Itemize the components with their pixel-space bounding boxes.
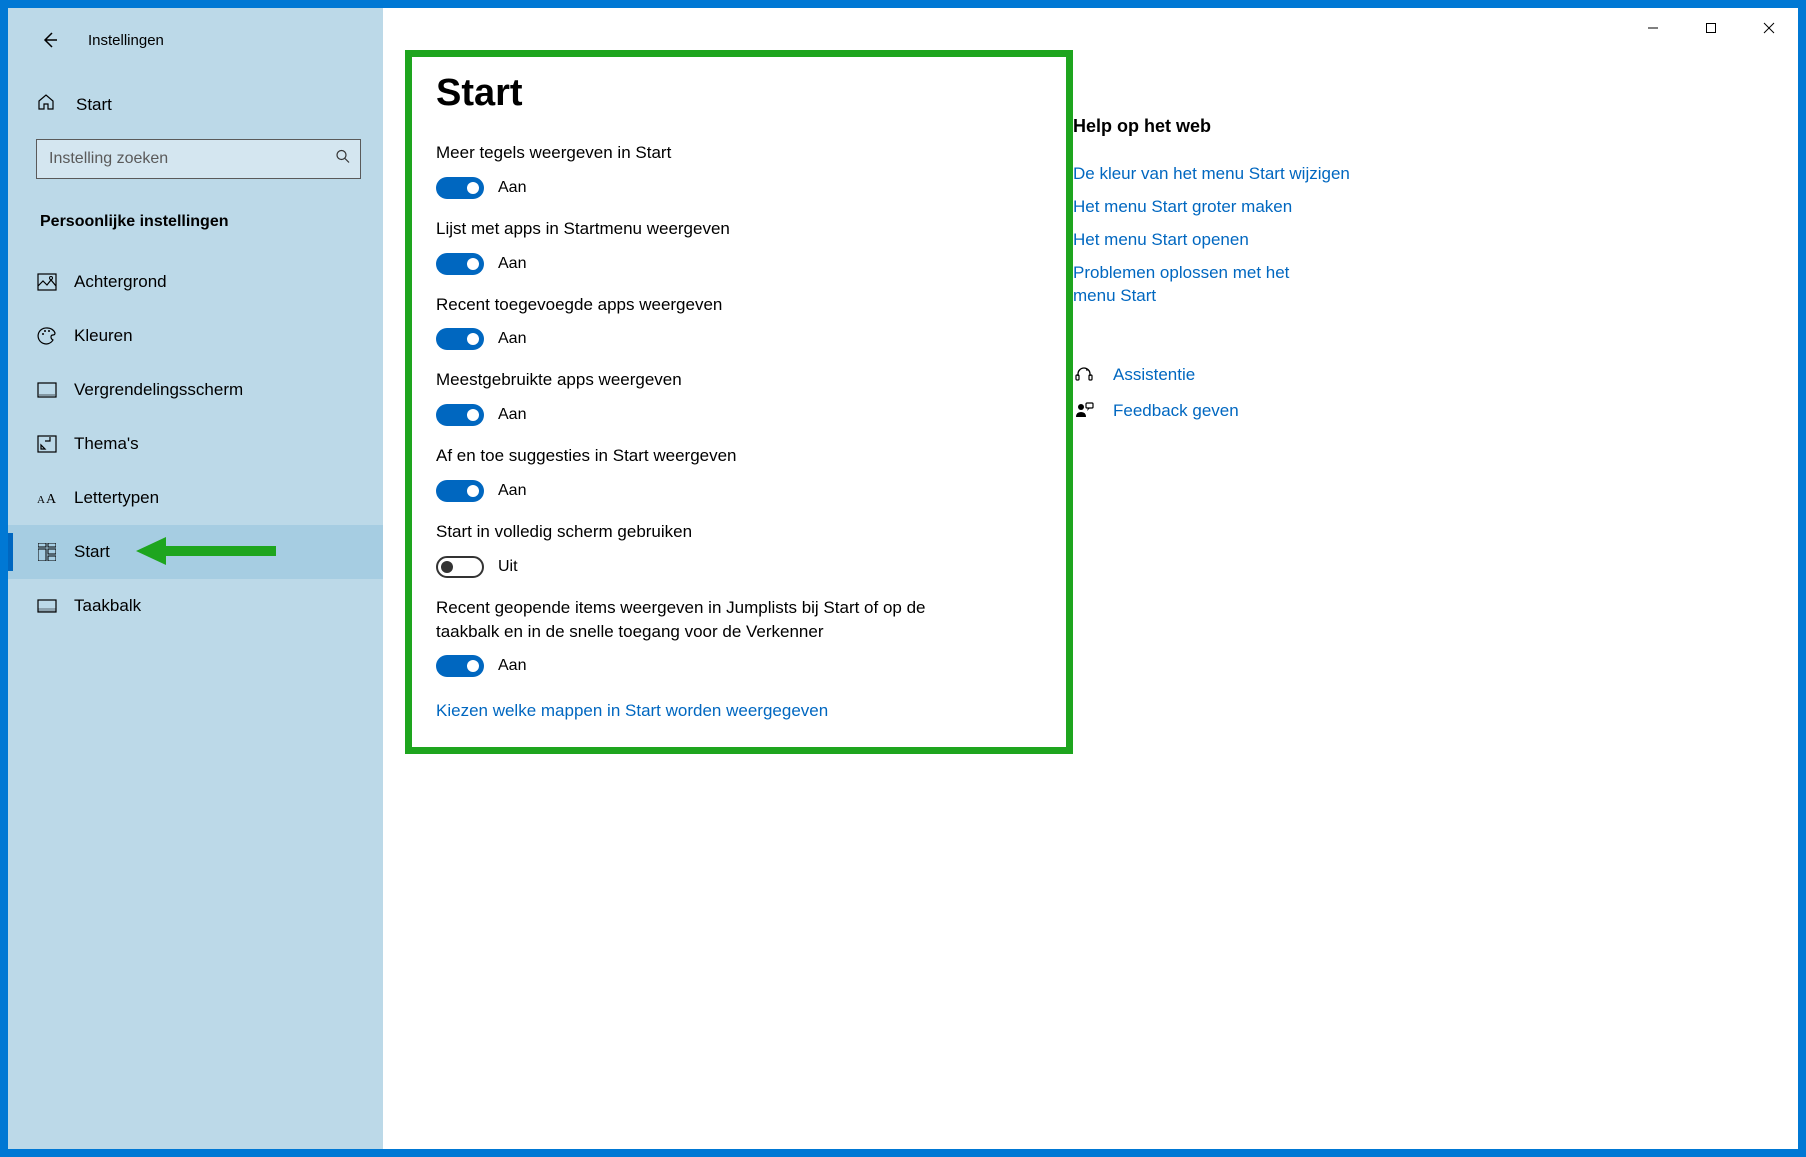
support-section: Assistentie Feedback geven: [1073, 364, 1758, 422]
home-button[interactable]: Start: [8, 82, 383, 127]
setting-recent-added: Recent toegevoegde apps weergeven Aan: [436, 293, 1042, 351]
setting-app-list: Lijst met apps in Startmenu weergeven Aa…: [436, 217, 1042, 275]
svg-text:A: A: [37, 494, 45, 506]
sidebar-item-start[interactable]: Start: [8, 525, 383, 579]
toggle-state: Aan: [498, 482, 526, 500]
toggle-state: Aan: [498, 406, 526, 424]
lock-screen-icon: [36, 382, 58, 398]
toggle-state: Aan: [498, 255, 526, 273]
setting-label: Meestgebruikte apps weergeven: [436, 368, 926, 392]
nav-label: Lettertypen: [74, 488, 159, 508]
titlebar-controls: [1624, 8, 1798, 48]
home-icon: [36, 92, 58, 117]
toggle-jumplists[interactable]: [436, 655, 484, 677]
sidebar-item-kleuren[interactable]: Kleuren: [8, 309, 383, 363]
setting-label: Af en toe suggesties in Start weergeven: [436, 444, 926, 468]
setting-label: Lijst met apps in Startmenu weergeven: [436, 217, 926, 241]
choose-folders-link[interactable]: Kiezen welke mappen in Start worden weer…: [436, 701, 828, 721]
sidebar-item-themas[interactable]: Thema's: [8, 417, 383, 471]
back-button[interactable]: [30, 20, 70, 60]
setting-label: Recent toegevoegde apps weergeven: [436, 293, 926, 317]
setting-jumplists: Recent geopende items weergeven in Jumpl…: [436, 596, 1042, 678]
support-assist-label: Assistentie: [1113, 365, 1195, 385]
header-row: Instellingen: [8, 8, 383, 72]
sidebar: Instellingen Start Persoonlijke instelli…: [8, 8, 383, 1149]
toggle-state: Aan: [498, 179, 526, 197]
nav-label: Start: [74, 542, 110, 562]
search-input[interactable]: [36, 139, 361, 179]
sidebar-item-vergrendelingsscherm[interactable]: Vergrendelingsscherm: [8, 363, 383, 417]
picture-icon: [36, 273, 58, 291]
svg-text:A: A: [46, 492, 57, 507]
sidebar-item-taakbalk[interactable]: Taakbalk: [8, 579, 383, 633]
help-link-bigger[interactable]: Het menu Start groter maken: [1073, 196, 1758, 219]
setting-suggestions: Af en toe suggesties in Start weergeven …: [436, 444, 1042, 502]
toggle-fullscreen[interactable]: [436, 556, 484, 578]
support-feedback-row[interactable]: Feedback geven: [1073, 400, 1758, 422]
palette-icon: [36, 326, 58, 346]
setting-label: Meer tegels weergeven in Start: [436, 141, 926, 165]
help-link-troubleshoot[interactable]: Problemen oplossen met het menu Start: [1073, 262, 1333, 308]
themes-icon: [36, 435, 58, 453]
maximize-button[interactable]: [1682, 8, 1740, 48]
window-title: Instellingen: [88, 32, 164, 49]
toggle-state: Uit: [498, 558, 518, 576]
category-title: Persoonlijke instellingen: [8, 189, 383, 245]
toggle-app-list[interactable]: [436, 253, 484, 275]
toggle-state: Aan: [498, 657, 526, 675]
settings-window: Instellingen Start Persoonlijke instelli…: [8, 8, 1798, 1149]
support-assist-row[interactable]: Assistentie: [1073, 364, 1758, 386]
minimize-button[interactable]: [1624, 8, 1682, 48]
home-label: Start: [76, 95, 112, 115]
toggle-more-tiles[interactable]: [436, 177, 484, 199]
nav-label: Thema's: [74, 434, 139, 454]
headset-icon: [1073, 364, 1095, 386]
search-icon: [335, 149, 351, 170]
page-title: Start: [436, 72, 1042, 115]
setting-label: Recent geopende items weergeven in Jumpl…: [436, 596, 926, 644]
support-feedback-label: Feedback geven: [1113, 401, 1239, 421]
nav-label: Taakbalk: [74, 596, 141, 616]
toggle-most-used[interactable]: [436, 404, 484, 426]
fonts-icon: AA: [36, 489, 58, 507]
setting-more-tiles: Meer tegels weergeven in Start Aan: [436, 141, 1042, 199]
setting-label: Start in volledig scherm gebruiken: [436, 520, 926, 544]
help-link-open[interactable]: Het menu Start openen: [1073, 229, 1758, 252]
toggle-suggestions[interactable]: [436, 480, 484, 502]
close-button[interactable]: [1740, 8, 1798, 48]
feedback-icon: [1073, 400, 1095, 422]
toggle-state: Aan: [498, 330, 526, 348]
search-wrap: [8, 127, 383, 189]
start-icon: [36, 543, 58, 561]
sidebar-item-lettertypen[interactable]: AA Lettertypen: [8, 471, 383, 525]
taskbar-icon: [36, 599, 58, 613]
nav-label: Vergrendelingsscherm: [74, 380, 243, 400]
main: Start Meer tegels weergeven in Start Aan…: [383, 8, 1798, 1149]
nav-label: Kleuren: [74, 326, 133, 346]
toggle-recent-added[interactable]: [436, 328, 484, 350]
setting-most-used: Meestgebruikte apps weergeven Aan: [436, 368, 1042, 426]
sidebar-item-achtergrond[interactable]: Achtergrond: [8, 255, 383, 309]
help-column: Help op het web De kleur van het menu St…: [1073, 8, 1798, 1149]
setting-fullscreen: Start in volledig scherm gebruiken Uit: [436, 520, 1042, 578]
annotation-highlight-box: Start Meer tegels weergeven in Start Aan…: [405, 50, 1073, 754]
nav-label: Achtergrond: [74, 272, 167, 292]
help-link-color[interactable]: De kleur van het menu Start wijzigen: [1073, 163, 1758, 186]
help-title: Help op het web: [1073, 116, 1758, 137]
nav-list: Achtergrond Kleuren Vergrendelingsscherm…: [8, 255, 383, 633]
content-column: Start Meer tegels weergeven in Start Aan…: [383, 8, 1073, 1149]
